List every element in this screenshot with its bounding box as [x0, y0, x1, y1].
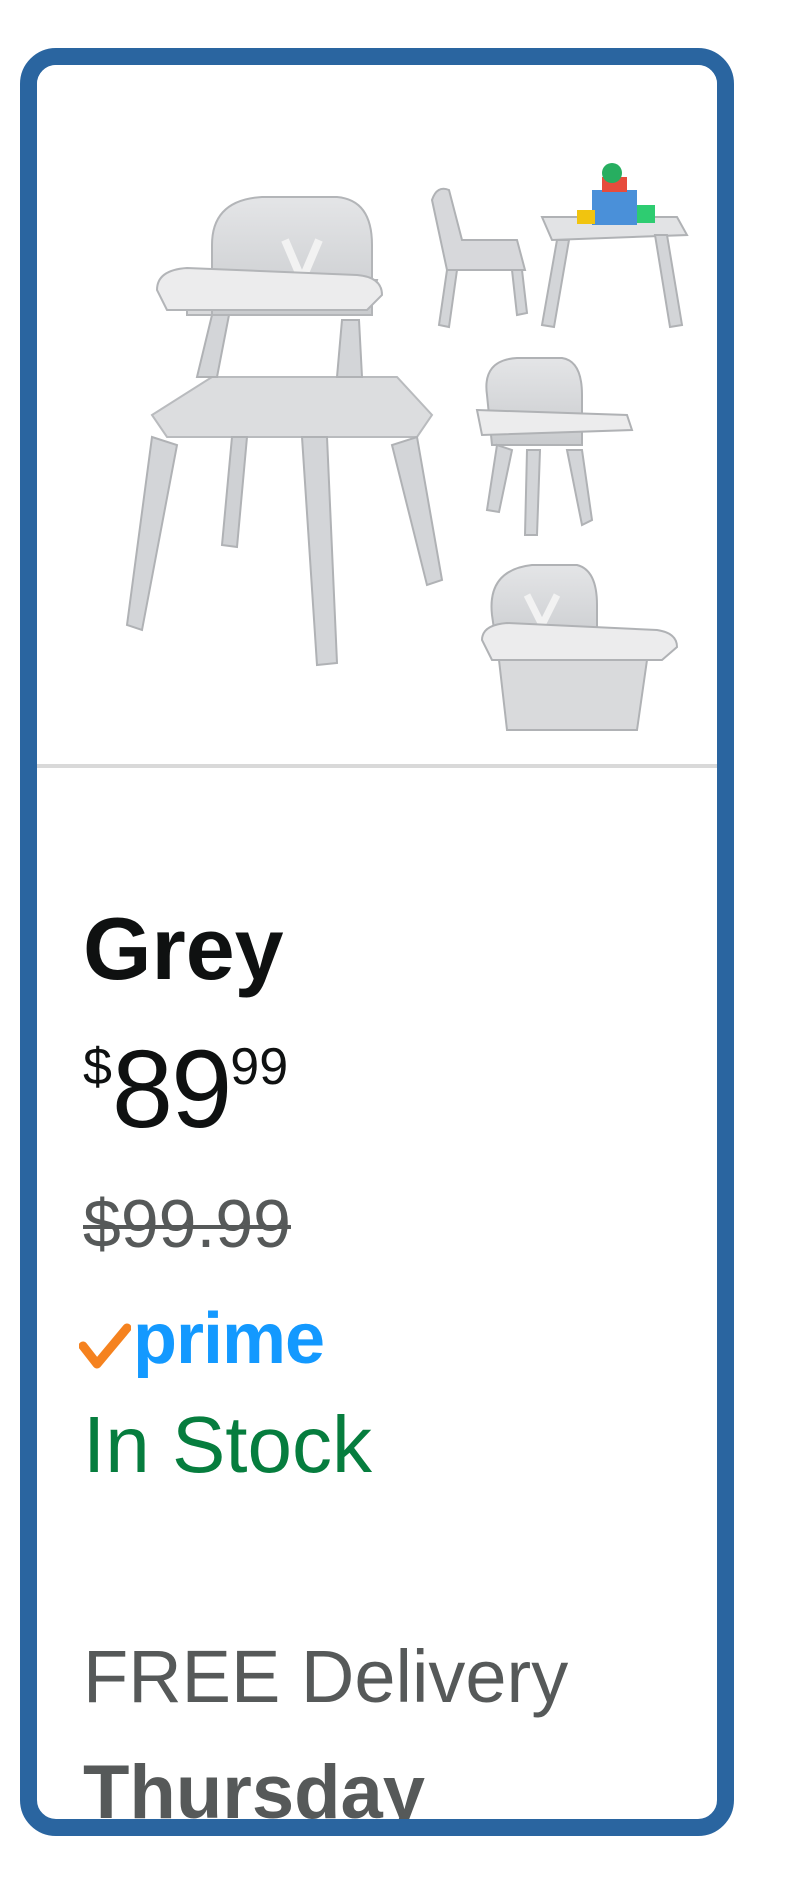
booster-seat-config [475, 357, 634, 536]
prime-check-icon [79, 1323, 131, 1369]
toddler-chair-config [430, 187, 529, 329]
delivery-day: Thursday [83, 1750, 426, 1835]
product-image[interactable] [37, 65, 717, 765]
floor-seat-config [480, 564, 679, 731]
variant-name: Grey [83, 899, 284, 998]
high-chair-illustration [125, 163, 689, 731]
availability-status: In Stock [83, 1400, 373, 1489]
main-high-chair [125, 196, 444, 667]
price: $8999 [83, 1035, 288, 1145]
prime-label: prime [133, 1299, 325, 1379]
play-table-config [540, 163, 689, 329]
prime-badge: prime [79, 1299, 325, 1385]
price-whole: 89 [111, 1028, 232, 1151]
price-fraction: 99 [230, 1038, 289, 1096]
product-variant-card[interactable]: Grey $8999 $99.99 prime In Stock FREE De… [20, 48, 734, 1836]
price-symbol: $ [83, 1038, 112, 1096]
list-price: $99.99 [83, 1186, 291, 1262]
image-divider [37, 764, 717, 768]
delivery-text: FREE Delivery [83, 1635, 569, 1718]
